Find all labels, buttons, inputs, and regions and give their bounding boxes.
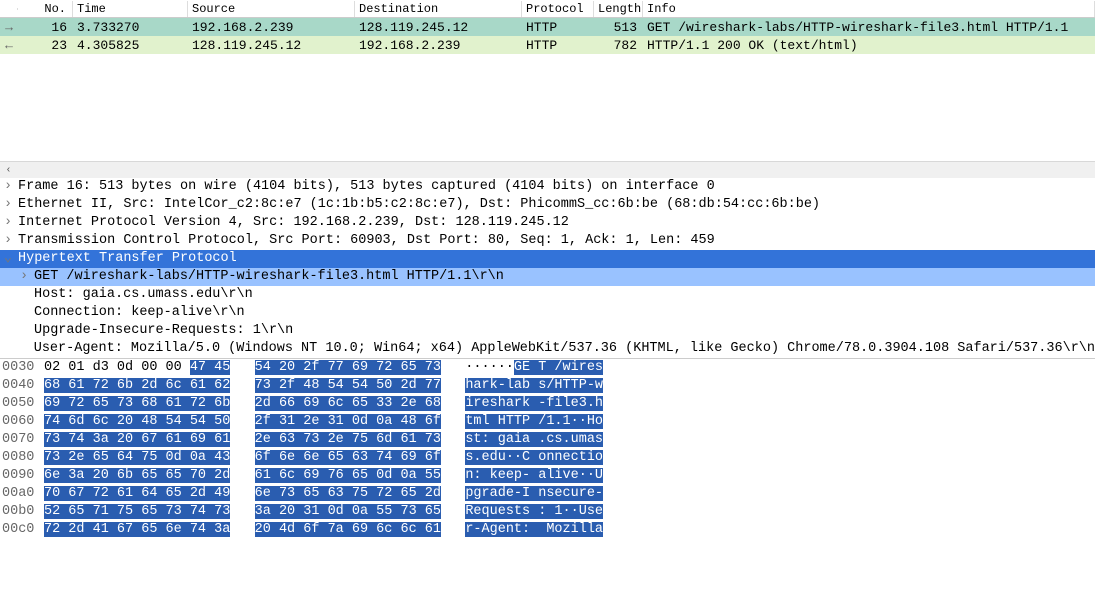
hex-bytes: 02 01 d3 0d 00 00 47 45 54 20 2f 77 69 7… xyxy=(44,359,441,377)
packet-bytes-pane: 003002 01 d3 0d 00 00 47 45 54 20 2f 77 … xyxy=(0,358,1095,539)
packet-list-header[interactable]: No. Time Source Destination Protocol Len… xyxy=(0,0,1095,18)
hex-offset: 0060 xyxy=(0,413,44,431)
packet-row[interactable]: →163.733270192.168.2.239128.119.245.12HT… xyxy=(0,18,1095,36)
col-header-no[interactable]: No. xyxy=(18,1,73,17)
hex-offset: 00b0 xyxy=(0,503,44,521)
cell-time: 3.733270 xyxy=(73,19,188,36)
hex-row[interactable]: 004068 61 72 6b 2d 6c 61 62 73 2f 48 54 … xyxy=(0,377,1095,395)
hex-bytes: 73 2e 65 64 75 0d 0a 43 6f 6e 6e 65 63 7… xyxy=(44,449,441,467)
cell-dest: 128.119.245.12 xyxy=(355,19,522,36)
tree-http-upgrade[interactable]: Upgrade-Insecure-Requests: 1\r\n xyxy=(0,322,1095,340)
tree-ip[interactable]: ›Internet Protocol Version 4, Src: 192.1… xyxy=(0,214,1095,232)
cell-no: 23 xyxy=(18,37,73,54)
cell-no: 16 xyxy=(18,19,73,36)
col-header-info[interactable]: Info xyxy=(643,1,1095,17)
hex-offset: 00c0 xyxy=(0,521,44,539)
hex-ascii: ······GE T /wires xyxy=(441,359,603,377)
hex-bytes: 52 65 71 75 65 73 74 73 3a 20 31 0d 0a 5… xyxy=(44,503,441,521)
hex-ascii: n: keep- alive··U xyxy=(441,467,603,485)
col-header-source[interactable]: Source xyxy=(188,1,355,17)
hex-row[interactable]: 007073 74 3a 20 67 61 69 61 2e 63 73 2e … xyxy=(0,431,1095,449)
cell-dest: 192.168.2.239 xyxy=(355,37,522,54)
hex-bytes: 68 61 72 6b 2d 6c 61 62 73 2f 48 54 54 5… xyxy=(44,377,441,395)
packet-row[interactable]: ←234.305825128.119.245.12192.168.2.239HT… xyxy=(0,36,1095,54)
hex-ascii: r-Agent: Mozilla xyxy=(441,521,603,539)
hex-bytes: 6e 3a 20 6b 65 65 70 2d 61 6c 69 76 65 0… xyxy=(44,467,441,485)
tree-http-connection[interactable]: Connection: keep-alive\r\n xyxy=(0,304,1095,322)
tree-ethernet[interactable]: ›Ethernet II, Src: IntelCor_c2:8c:e7 (1c… xyxy=(0,196,1095,214)
hex-offset: 0040 xyxy=(0,377,44,395)
chevron-right-icon: › xyxy=(0,214,16,232)
hex-row[interactable]: 008073 2e 65 64 75 0d 0a 43 6f 6e 6e 65 … xyxy=(0,449,1095,467)
hex-row[interactable]: 006074 6d 6c 20 48 54 54 50 2f 31 2e 31 … xyxy=(0,413,1095,431)
tree-frame[interactable]: ›Frame 16: 513 bytes on wire (4104 bits)… xyxy=(0,178,1095,196)
cell-source: 128.119.245.12 xyxy=(188,37,355,54)
direction-icon: → xyxy=(0,19,18,36)
tree-http[interactable]: ⌄Hypertext Transfer Protocol xyxy=(0,250,1095,268)
cell-time: 4.305825 xyxy=(73,37,188,54)
tree-http-get[interactable]: ›GET /wireshark-labs/HTTP-wireshark-file… xyxy=(0,268,1095,286)
hex-ascii: Requests : 1··Use xyxy=(441,503,603,521)
cell-proto: HTTP xyxy=(522,37,594,54)
hex-ascii: pgrade-I nsecure- xyxy=(441,485,603,503)
hex-offset: 0030 xyxy=(0,359,44,377)
tree-http-host[interactable]: Host: gaia.cs.umass.edu\r\n xyxy=(0,286,1095,304)
direction-icon: ← xyxy=(0,37,18,54)
hex-row[interactable]: 005069 72 65 73 68 61 72 6b 2d 66 69 6c … xyxy=(0,395,1095,413)
hex-ascii: hark-lab s/HTTP-w xyxy=(441,377,603,395)
hex-bytes: 70 67 72 61 64 65 2d 49 6e 73 65 63 75 7… xyxy=(44,485,441,503)
cell-source: 192.168.2.239 xyxy=(188,19,355,36)
packet-details-pane: ›Frame 16: 513 bytes on wire (4104 bits)… xyxy=(0,178,1095,358)
hex-ascii: st: gaia .cs.umas xyxy=(441,431,603,449)
hex-bytes: 72 2d 41 67 65 6e 74 3a 20 4d 6f 7a 69 6… xyxy=(44,521,441,539)
hex-ascii: ireshark -file3.h xyxy=(441,395,603,413)
cell-info: GET /wireshark-labs/HTTP-wireshark-file3… xyxy=(643,19,1095,36)
cell-len: 513 xyxy=(594,19,643,36)
col-header-proto[interactable]: Protocol xyxy=(522,1,594,17)
hex-row[interactable]: 00906e 3a 20 6b 65 65 70 2d 61 6c 69 76 … xyxy=(0,467,1095,485)
chevron-right-icon: › xyxy=(0,196,16,214)
cell-info: HTTP/1.1 200 OK (text/html) xyxy=(643,37,1095,54)
col-header-len[interactable]: Length xyxy=(594,1,643,17)
chevron-right-icon: › xyxy=(0,178,16,196)
cell-proto: HTTP xyxy=(522,19,594,36)
packet-list-pane: No. Time Source Destination Protocol Len… xyxy=(0,0,1095,178)
chevron-right-icon: › xyxy=(0,232,16,250)
tree-tcp[interactable]: ›Transmission Control Protocol, Src Port… xyxy=(0,232,1095,250)
cell-len: 782 xyxy=(594,37,643,54)
hex-offset: 0070 xyxy=(0,431,44,449)
hex-ascii: s.edu··C onnectio xyxy=(441,449,603,467)
hex-bytes: 73 74 3a 20 67 61 69 61 2e 63 73 2e 75 6… xyxy=(44,431,441,449)
chevron-down-icon: ⌄ xyxy=(0,250,16,268)
hex-row[interactable]: 003002 01 d3 0d 00 00 47 45 54 20 2f 77 … xyxy=(0,359,1095,377)
col-header-dest[interactable]: Destination xyxy=(355,1,522,17)
hex-ascii: tml HTTP /1.1··Ho xyxy=(441,413,603,431)
tree-http-ua[interactable]: User-Agent: Mozilla/5.0 (Windows NT 10.0… xyxy=(0,340,1095,358)
hex-bytes: 74 6d 6c 20 48 54 54 50 2f 31 2e 31 0d 0… xyxy=(44,413,441,431)
chevron-right-icon: › xyxy=(16,268,32,286)
hex-offset: 0050 xyxy=(0,395,44,413)
hex-offset: 0090 xyxy=(0,467,44,485)
hex-row[interactable]: 00b052 65 71 75 65 73 74 73 3a 20 31 0d … xyxy=(0,503,1095,521)
hex-offset: 00a0 xyxy=(0,485,44,503)
hex-bytes: 69 72 65 73 68 61 72 6b 2d 66 69 6c 65 3… xyxy=(44,395,441,413)
col-header-time[interactable]: Time xyxy=(73,1,188,17)
hex-offset: 0080 xyxy=(0,449,44,467)
scroll-left-button[interactable]: ‹ xyxy=(0,162,17,179)
hex-row[interactable]: 00a070 67 72 61 64 65 2d 49 6e 73 65 63 … xyxy=(0,485,1095,503)
horizontal-scrollbar[interactable]: ‹ xyxy=(0,161,1095,178)
hex-row[interactable]: 00c072 2d 41 67 65 6e 74 3a 20 4d 6f 7a … xyxy=(0,521,1095,539)
